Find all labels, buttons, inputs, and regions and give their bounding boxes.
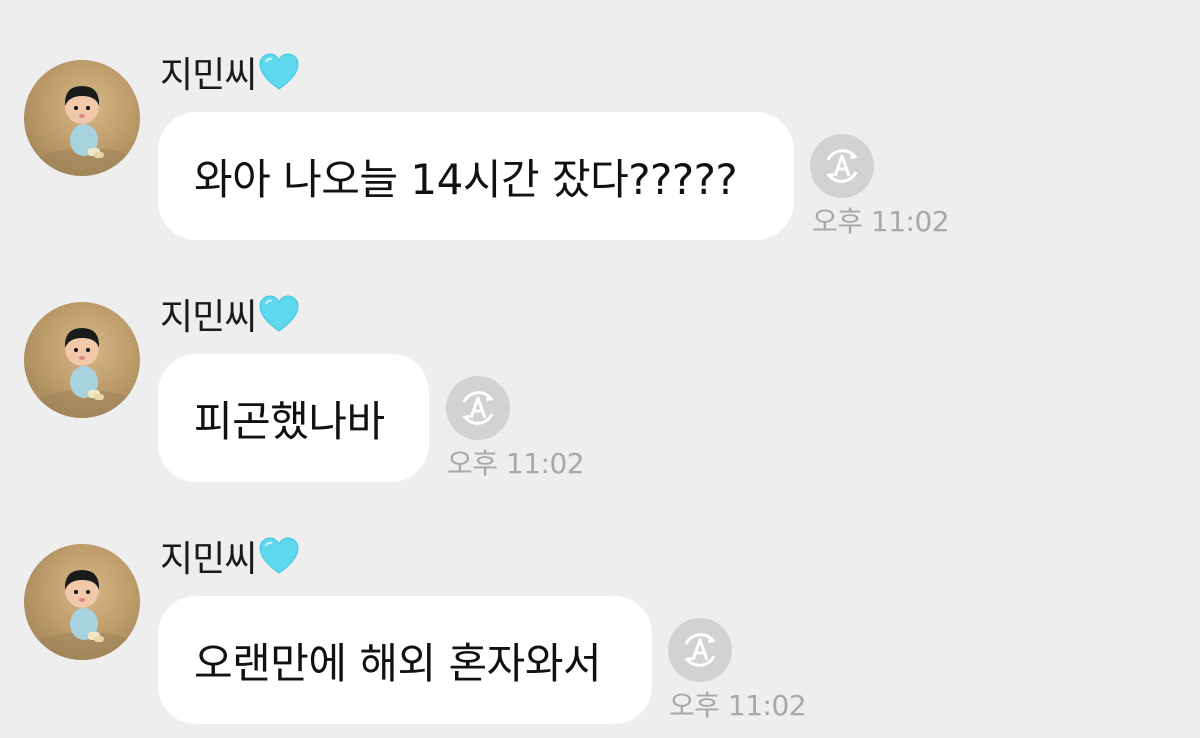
translate-icon (684, 633, 716, 667)
light-blue-heart-icon (259, 295, 299, 332)
message-time: 오후 11:02 (447, 447, 585, 480)
sender-avatar[interactable] (24, 60, 140, 176)
message-text: 오랜만에 해외 혼자와서 (194, 638, 602, 688)
sender-name-text: 지민씨 (160, 297, 257, 338)
message-time: 오후 11:02 (669, 689, 807, 722)
message-bubble[interactable]: 피곤했나바 (158, 354, 429, 482)
translate-button[interactable] (810, 134, 874, 198)
message-bubble[interactable]: 오랜만에 해외 혼자와서 (158, 596, 652, 724)
message-time: 오후 11:02 (812, 205, 950, 238)
sender-name: 지민씨 (160, 534, 300, 580)
translate-button[interactable] (446, 376, 510, 440)
translate-icon (462, 391, 494, 425)
sender-name-text: 지민씨 (160, 539, 257, 580)
sender-avatar[interactable] (24, 302, 140, 418)
message-text: 와아 나오늘 14시간 잤다????? (194, 154, 738, 204)
light-blue-heart-icon (259, 537, 299, 574)
sender-name-text: 지민씨 (160, 55, 257, 96)
translate-icon (826, 149, 858, 183)
light-blue-heart-icon (259, 53, 299, 90)
message-bubble[interactable]: 와아 나오늘 14시간 잤다????? (158, 112, 794, 240)
chat-message: 지민씨 오랜만에 해외 혼자와서 오후 11:02 (0, 484, 1200, 726)
message-text: 피곤했나바 (194, 396, 385, 446)
chat-message: 지민씨 피곤했나바 오후 11:02 (0, 242, 1200, 484)
profile-avatar-icon (26, 570, 140, 660)
sender-avatar[interactable] (24, 544, 140, 660)
profile-avatar-icon (26, 328, 140, 418)
sender-name: 지민씨 (160, 50, 300, 96)
translate-button[interactable] (668, 618, 732, 682)
profile-avatar-icon (26, 86, 140, 176)
sender-name: 지민씨 (160, 292, 300, 338)
chat-message: 지민씨 와아 나오늘 14시간 잤다????? 오후 11:02 (0, 0, 1200, 242)
